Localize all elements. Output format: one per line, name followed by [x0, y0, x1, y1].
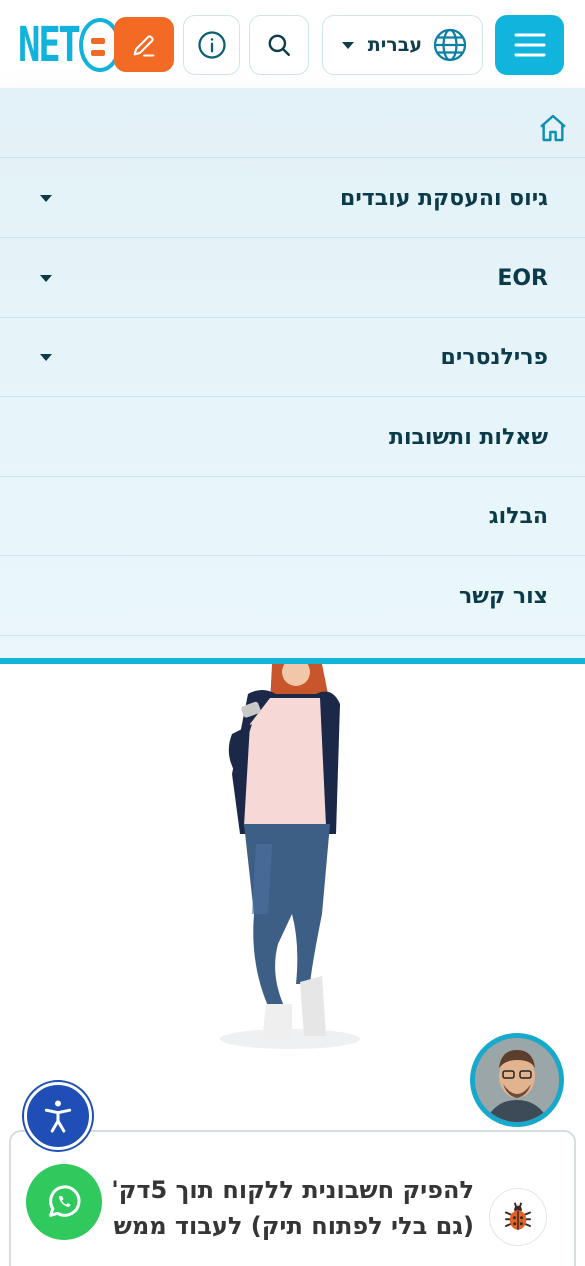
- language-label: עברית: [367, 34, 422, 56]
- pencil-icon: [133, 34, 155, 57]
- logo-text: NET: [18, 17, 81, 73]
- nav-item-label: EOR: [497, 265, 548, 291]
- info-icon: [197, 31, 226, 59]
- search-icon: [268, 34, 290, 56]
- nav-item-contact[interactable]: צור קשר: [0, 556, 585, 636]
- menu-toggle-button[interactable]: [495, 15, 564, 75]
- promo-line-1: להפיק חשבונית ללקוח תוך 5דק': [111, 1176, 474, 1204]
- nav-item-blog[interactable]: הבלוג: [0, 476, 585, 556]
- caret-down-icon[interactable]: [40, 195, 52, 202]
- chevron-down-icon: [341, 41, 354, 49]
- home-row: [0, 88, 585, 158]
- nav-item-label: גיוס והעסקת עובדים: [340, 185, 548, 211]
- promo-line-2: (גם בלי לפתוח תיק) לעבוד ממש: [113, 1212, 474, 1240]
- nav-item-label: פרילנסרים: [440, 344, 548, 370]
- bug-report-button[interactable]: [489, 1188, 547, 1246]
- accessibility-icon: [44, 1100, 72, 1133]
- ladybug-icon: [505, 1202, 531, 1230]
- caret-down-icon[interactable]: [40, 275, 52, 282]
- promo-text: להפיק חשבונית ללקוח תוך 5דק' (גם בלי לפת…: [54, 1172, 474, 1244]
- globe-icon: [433, 28, 467, 62]
- accessibility-button[interactable]: [24, 1082, 92, 1150]
- info-button[interactable]: [183, 15, 240, 75]
- nav-item-label: הבלוג: [488, 503, 548, 529]
- nav-item-recruitment[interactable]: גיוס והעסקת עובדים: [0, 158, 585, 238]
- search-button[interactable]: [249, 15, 309, 75]
- caret-down-icon[interactable]: [40, 354, 52, 361]
- nav-item-label: שאלות ותשובות: [388, 424, 548, 450]
- whatsapp-icon: [49, 1185, 81, 1217]
- mobile-nav-menu: גיוס והעסקת עובדים EOR פרילנסרים שאלות ו…: [0, 88, 585, 664]
- language-selector[interactable]: עברית: [322, 15, 483, 75]
- nav-item-faq[interactable]: שאלות ותשובות: [0, 397, 585, 477]
- support-chat-button[interactable]: [470, 1033, 564, 1127]
- whatsapp-button[interactable]: [26, 1164, 102, 1240]
- nav-item-label: צור קשר: [459, 583, 548, 609]
- nav-item-eor[interactable]: EOR: [0, 238, 585, 318]
- home-icon[interactable]: [537, 112, 569, 144]
- nav-item-freelancers[interactable]: פרילנסרים: [0, 317, 585, 397]
- site-logo[interactable]: NET: [18, 16, 121, 74]
- site-header: NET עברית: [0, 0, 585, 88]
- support-agent-avatar: [475, 1038, 559, 1122]
- edit-button[interactable]: [114, 17, 174, 72]
- hamburger-icon: [514, 33, 545, 57]
